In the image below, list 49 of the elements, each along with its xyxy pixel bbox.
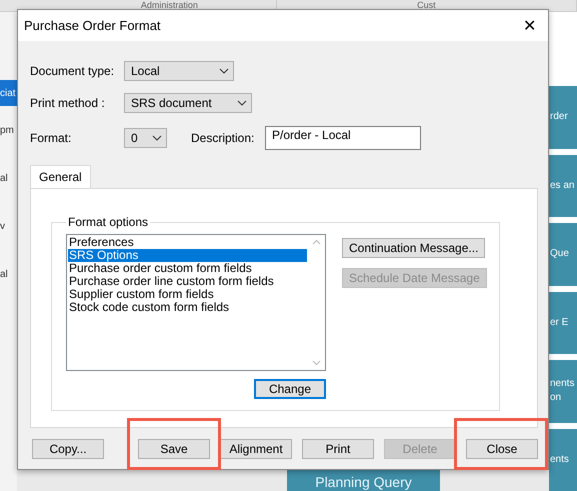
window-title: Purchase Order Format [24,18,161,33]
sidebar-item[interactable]: v [0,202,17,250]
sidebar-item[interactable]: al [0,250,17,298]
tile-label: ents [550,452,570,467]
sidebar-item[interactable]: ciat [0,80,17,106]
close-button[interactable]: ✕ [519,16,540,36]
dialog-button[interactable]: Save [138,439,210,459]
chevron-down-icon [152,135,162,141]
program-tile[interactable]: Que [549,223,577,286]
description-field[interactable]: P/order - Local [265,126,421,150]
dropdown[interactable]: SRS document [124,93,252,113]
list-item[interactable]: Purchase order line custom form fields [68,275,307,288]
list-item[interactable]: Supplier custom form fields [68,288,307,301]
dialog-button[interactable]: Alignment [220,439,292,459]
tile-label: rder [550,110,569,124]
tile-label: on [550,391,562,406]
scroll-down-icon[interactable] [312,360,321,366]
chevron-down-icon [237,100,247,106]
options-list[interactable]: Preferences SRS Options Purchase order custom form fields Purchase order line custom form fields Supplier custom form fields Stock code custom form fields [66,234,326,371]
tile-label: Que [550,247,570,262]
field-label: Description: [191,131,256,145]
field-label: Print method : [30,96,106,110]
program-tile[interactable]: rder [549,86,577,148]
dialog-button[interactable]: Print [302,439,374,459]
field-label: Format: [30,131,72,145]
scroll-up-icon[interactable] [312,239,321,245]
dropdown[interactable]: 0 [124,128,167,148]
dialog-button[interactable]: Close [466,439,538,459]
dropdown[interactable]: Local [124,61,234,81]
message-button[interactable]: Continuation Message... [342,238,486,258]
tile-label: nents [550,377,576,392]
tab[interactable]: General [30,165,91,188]
program-tile[interactable]: nents on [549,360,577,422]
sidebar-item[interactable]: pm [0,106,17,154]
chevron-down-icon [219,68,229,74]
dialog-button[interactable]: Copy... [32,439,104,459]
program-tile[interactable]: ents [549,428,577,491]
list-item[interactable]: Stock code custom form fields [68,301,307,314]
list-item[interactable]: SRS Options [68,249,307,262]
sidebar-item[interactable]: al [0,154,17,202]
list-item[interactable]: Purchase order custom form fields [68,262,307,275]
group-title: Format options [67,215,150,229]
tile-label: es an [550,178,576,193]
program-tile[interactable]: es an [549,154,577,217]
field-label: Document type: [30,64,116,78]
program-tile[interactable]: er E [549,292,577,354]
tile-label: er E [550,316,570,330]
list-item[interactable]: Preferences [68,236,307,249]
change-button[interactable]: Change [254,379,326,399]
